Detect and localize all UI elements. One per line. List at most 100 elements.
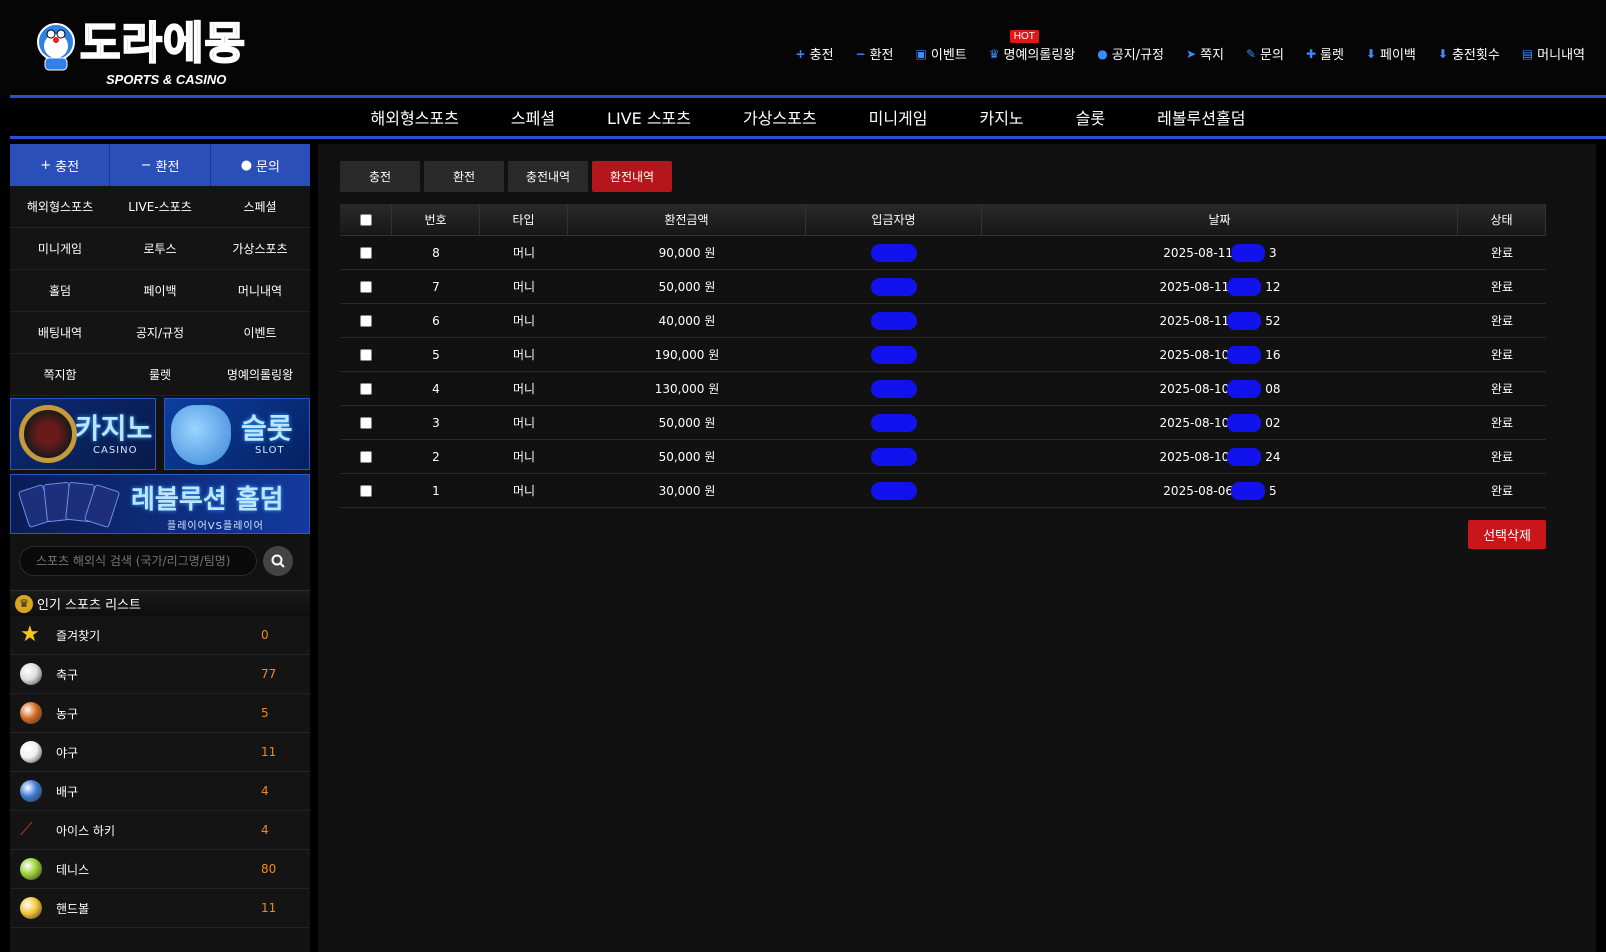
sidebar-menu-item[interactable]: 홀덤 <box>10 270 110 312</box>
top-menu-item[interactable]: ▤ 머니내역 <box>1511 44 1596 64</box>
sidebar-menu-item[interactable]: 가상스포츠 <box>210 228 310 270</box>
plus-icon: + <box>795 46 806 61</box>
slot-banner[interactable]: 슬롯 SLOT <box>164 398 310 470</box>
tab-2[interactable]: 충전내역 <box>508 161 588 192</box>
redacted-name <box>871 243 917 262</box>
slot-banner-sub: SLOT <box>255 445 285 456</box>
sidebar-menu-item[interactable]: 해외형스포츠 <box>10 186 110 228</box>
casino-banner-title: 카지노 <box>75 412 153 445</box>
sidebar-menu-item[interactable]: 미니게임 <box>10 228 110 270</box>
date-suffix: 52 <box>1265 313 1281 328</box>
row-number: 1 <box>432 483 440 498</box>
top-menu-label: 충전횟수 <box>1451 48 1500 63</box>
row-checkbox[interactable] <box>360 382 372 395</box>
main-nav-item[interactable]: 가상스포츠 <box>717 105 843 129</box>
row-depositor-name <box>806 243 982 262</box>
sidebar-menu-item[interactable]: 공지/규정 <box>110 312 210 354</box>
row-checkbox[interactable] <box>360 348 372 361</box>
row-amount: 50,000 원 <box>658 450 716 464</box>
sidebar-menu-item[interactable]: 스페셜 <box>210 186 310 228</box>
date-text: 2025-08-06 5 <box>1163 481 1277 500</box>
main-nav-item[interactable]: 카지노 <box>953 105 1049 129</box>
sidebar-menu-item[interactable]: 배팅내역 <box>10 312 110 354</box>
sidebar-menu-item[interactable]: 페이백 <box>110 270 210 312</box>
hot-badge: HOT <box>1009 30 1039 43</box>
top-menu-item[interactable]: ✎ 문의 <box>1235 44 1295 64</box>
top-menu-item[interactable]: ♛ 명예의롤링왕 HOT <box>978 30 1087 63</box>
top-menu-item[interactable]: ✚ 룰렛 <box>1295 44 1355 64</box>
sport-list-item[interactable]: 야구 11 <box>10 733 310 772</box>
top-menu-item[interactable]: ● 공지/규정 <box>1086 44 1175 64</box>
quick-action-button[interactable]: ● 문의 <box>210 144 310 186</box>
row-select-cell <box>340 484 392 497</box>
sidebar-menu-item[interactable]: 명예의롤링왕 <box>210 354 310 396</box>
sport-name: 배구 <box>56 784 79 799</box>
row-checkbox[interactable] <box>360 314 372 327</box>
quick-action-button[interactable]: − 환전 <box>110 144 211 186</box>
row-checkbox[interactable] <box>360 416 372 429</box>
sport-list-item[interactable]: ⟋ 아이스 하키 4 <box>10 811 310 850</box>
row-depositor-name <box>806 345 982 364</box>
site-logo[interactable]: 도라에몽 SPORTS & CASINO <box>30 17 270 90</box>
sport-list-item[interactable]: ★ 즐겨찾기 0 <box>10 616 310 655</box>
date-suffix: 16 <box>1265 347 1281 362</box>
tab-1[interactable]: 환전 <box>424 161 504 192</box>
top-menu-item[interactable]: + 충전 <box>785 44 845 64</box>
top-menu-item[interactable]: − 환전 <box>845 44 905 64</box>
casino-banner[interactable]: 카지노 CASINO <box>10 398 156 470</box>
sport-list-item[interactable]: 핸드볼 11 <box>10 889 310 928</box>
top-menu-item[interactable]: ▣ 이벤트 <box>905 44 978 64</box>
sidebar-menu-item[interactable]: 룰렛 <box>110 354 210 396</box>
main-nav-item[interactable]: 해외형스포츠 <box>345 105 485 129</box>
tab-0[interactable]: 충전 <box>340 161 420 192</box>
top-menu-item[interactable]: ➤ 쪽지 <box>1175 44 1235 64</box>
delete-selected-button[interactable]: 선택삭제 <box>1468 520 1546 549</box>
date-suffix: 02 <box>1265 415 1281 430</box>
sport-count: 5 <box>261 706 269 720</box>
sport-name: 야구 <box>56 745 79 760</box>
main-nav-item[interactable]: 슬롯 <box>1050 105 1131 129</box>
row-checkbox[interactable] <box>360 280 372 293</box>
sport-count: 0 <box>261 628 269 642</box>
row-status: 완료 <box>1490 484 1514 498</box>
sport-list-item[interactable]: 테니스 80 <box>10 850 310 889</box>
sidebar-menu-item[interactable]: 머니내역 <box>210 270 310 312</box>
search-button[interactable] <box>263 546 293 576</box>
main-nav-item[interactable]: 미니게임 <box>843 105 954 129</box>
sports-search-input[interactable] <box>19 546 257 576</box>
date-prefix: 2025-08-11 <box>1159 279 1230 294</box>
top-menu-item[interactable]: ⬇ 페이백 <box>1355 44 1427 64</box>
row-amount: 40,000 원 <box>658 314 716 328</box>
row-type: 머니 <box>512 382 536 396</box>
sidebar-menu-item[interactable]: LIVE-스포츠 <box>110 186 210 228</box>
sidebar-menu-item[interactable]: 로투스 <box>110 228 210 270</box>
sidebar-menu-item[interactable]: 쪽지함 <box>10 354 110 396</box>
main-nav-item[interactable]: LIVE 스포츠 <box>581 105 717 129</box>
hockey-stick-icon: ⟋ <box>20 819 33 840</box>
info-icon: ● <box>1097 46 1108 61</box>
top-menu: + 충전 − 환전 ▣ 이벤트 ♛ 명예의롤링왕 HOT ● 공지/규정 ➤ 쪽지 ✎ 문의 ✚ 룰렛 ⬇ 페이백 ⬇… <box>785 30 1596 64</box>
column-header: 번호 <box>392 204 480 235</box>
redacted-time <box>1227 447 1262 466</box>
holdem-banner[interactable]: 레볼루션 홀덤 플레이어VS플레이어 <box>10 474 310 534</box>
shark-icon <box>171 405 231 465</box>
top-menu-item[interactable]: ⬇ 충전횟수 <box>1427 44 1511 64</box>
quick-action-button[interactable]: + 충전 <box>10 144 111 186</box>
top-menu-label: 명예의롤링왕 <box>1003 48 1076 63</box>
sport-list-item[interactable]: 축구 77 <box>10 655 310 694</box>
sidebar-menu-grid: 해외형스포츠 LIVE-스포츠 스페셜미니게임 로투스 가상스포츠홀덤 페이백 머니내역배팅… <box>10 186 310 396</box>
date-prefix: 2025-08-06 <box>1163 483 1234 498</box>
row-checkbox[interactable] <box>360 450 372 463</box>
row-type: 머니 <box>512 280 536 294</box>
sport-name: 축구 <box>56 667 79 682</box>
main-nav-item[interactable]: 스페셜 <box>485 105 581 129</box>
quick-action-label: 문의 <box>256 159 280 175</box>
sport-list-item[interactable]: 배구 4 <box>10 772 310 811</box>
sidebar-menu-item[interactable]: 이벤트 <box>210 312 310 354</box>
row-checkbox[interactable] <box>360 484 372 497</box>
select-all-checkbox[interactable] <box>359 213 372 226</box>
row-checkbox[interactable] <box>360 246 372 259</box>
tab-3[interactable]: 환전내역 <box>592 161 672 192</box>
sport-list-item[interactable]: 농구 5 <box>10 694 310 733</box>
main-nav-item[interactable]: 레볼루션홀덤 <box>1131 105 1271 129</box>
